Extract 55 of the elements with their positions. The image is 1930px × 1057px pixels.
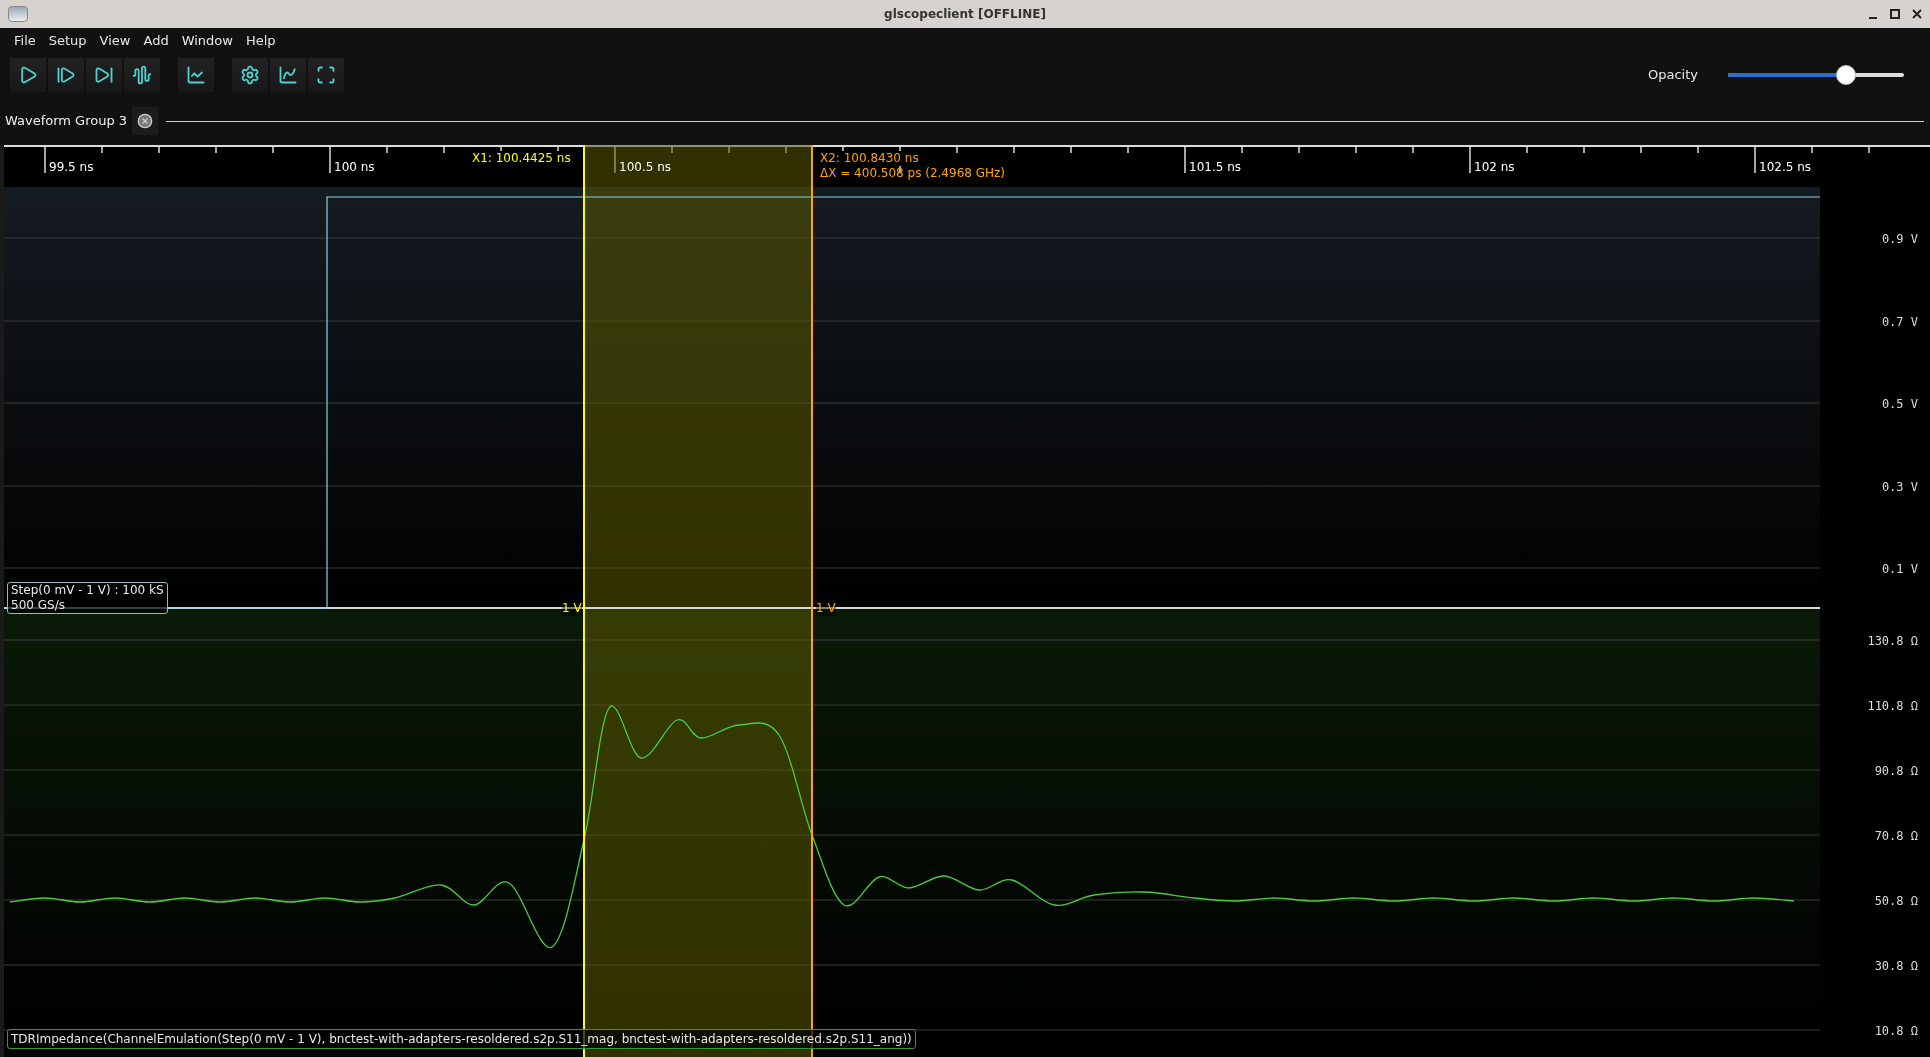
scan-icon [316,65,336,85]
toolbar-button[interactable] [124,58,160,92]
menu-item[interactable]: File [8,31,42,51]
time-label: 101.5 ns [1189,159,1242,176]
axis-label: 0.1 V [1881,561,1918,578]
menu-item[interactable]: Add [137,31,175,51]
axis-label: 110.8 Ω [1867,698,1918,715]
axis-label: 0.3 V [1881,479,1918,496]
close-icon[interactable] [1912,9,1922,19]
axis-label: 10.8 Ω [1874,1023,1918,1040]
axis-label: 70.8 Ω [1874,828,1918,845]
close-icon [137,113,154,129]
axis-label: 0.5 V [1881,396,1918,413]
axis-label: 0.7 V [1881,314,1918,331]
skip-forward-icon [94,65,114,85]
toolbar-button[interactable] [178,58,214,92]
curve-icon [278,65,298,85]
time-label: 100.5 ns [619,159,672,176]
opacity-slider[interactable] [1728,65,1904,85]
axis-label: 130.8 Ω [1867,633,1918,650]
toolbar-button[interactable] [86,58,122,92]
chart-icon [186,65,206,85]
opacity-label: Opacity [1648,66,1698,85]
axis-label: 50.8 Ω [1874,893,1918,910]
time-label: 99.5 ns [49,159,94,176]
step-forward-icon [56,65,76,85]
axis-label: 0.9 V [1881,231,1918,248]
toolbar-button[interactable] [308,58,344,92]
time-label: 102.5 ns [1759,159,1812,176]
maximize-icon[interactable] [1890,9,1900,19]
toolbar-button[interactable] [270,58,306,92]
cursor-level: 1 V [562,600,582,616]
menu-item[interactable]: Setup [42,31,93,51]
menu-item[interactable]: View [93,31,137,51]
tab-close-button[interactable] [132,107,159,135]
cursor-level: 1 V [816,600,836,616]
toolbar-button[interactable] [10,58,46,92]
toolbar-button[interactable] [48,58,84,92]
channel-label[interactable]: TDRImpedance(ChannelEmulation(Step(0 mV - 1 V), bnctest-with-adapters-resoldered.s2p.S11_mag, bnctest-with-adapters-resoldered.s2p.S11_ang)) [7,1029,916,1049]
tab[interactable]: Waveform Group 3 [0,111,133,131]
menu-item[interactable]: Window [175,31,239,51]
window-title: glscopeclient [OFFLINE] [884,6,1046,23]
cursor-delta: ΔX = 400.508 ps (2.4968 GHz) [820,166,1006,181]
time-label: 102 ns [1474,159,1515,176]
play-icon [18,65,38,85]
axis-label: 90.8 Ω [1874,763,1918,780]
cursor-label: X2: 100.8430 ns [820,151,919,166]
axis-label: 30.8 Ω [1874,958,1918,975]
settings-icon [240,65,260,85]
channel-label[interactable]: Step(0 mV - 1 V) : 100 kS 500 GS/s [7,582,168,614]
time-label: 100 ns [334,159,375,176]
window-icon [8,6,28,22]
toolbar-button[interactable] [232,58,268,92]
menu-item[interactable]: Help [239,31,282,51]
waveform-icon [132,65,152,85]
